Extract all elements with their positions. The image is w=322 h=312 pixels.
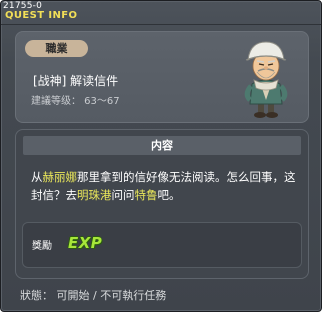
title-divider xyxy=(1,24,321,25)
location-name-link[interactable]: 明珠港 xyxy=(77,188,112,202)
npc-name-link[interactable]: 特鲁 xyxy=(135,188,158,202)
exp-icon: EXP xyxy=(68,234,103,252)
quest-name: [战神] 解读信件 xyxy=(33,74,119,88)
job-badge: 職業 xyxy=(25,40,88,57)
level-requirement: 建議等级： 63～67 xyxy=(31,96,120,107)
npc-portrait-icon xyxy=(244,41,288,118)
content-header: 内容 xyxy=(23,136,301,155)
desc-text: 从 xyxy=(31,170,43,184)
job-panel: 職業 [战神] 解读信件 建議等级： 63～67 xyxy=(15,31,309,123)
quest-info-window: 21755-0 QUEST INFO 職業 [战神] 解读信件 建議等级： 63… xyxy=(0,0,322,312)
quest-description: 从赫丽娜那里拿到的信好像无法阅读。怎么回事，这封信？去明珠港问问特鲁吧。 xyxy=(31,168,301,204)
desc-text: 吧。 xyxy=(157,188,181,202)
reward-label: 獎勵 xyxy=(32,241,52,252)
content-panel: 内容 从赫丽娜那里拿到的信好像无法阅读。怎么回事，这封信？去明珠港问问特鲁吧。 … xyxy=(15,129,309,279)
desc-text: 问问 xyxy=(111,188,135,202)
npc-name-link[interactable]: 赫丽娜 xyxy=(43,170,78,184)
reward-box: 獎勵 EXP xyxy=(22,222,302,268)
quest-status: 狀態： 可開始 / 不可執行任務 xyxy=(20,289,167,302)
window-title: QUEST INFO xyxy=(5,10,78,21)
